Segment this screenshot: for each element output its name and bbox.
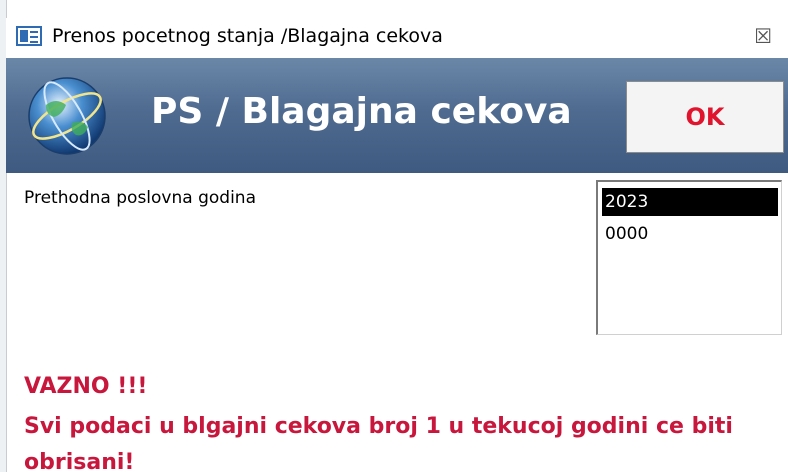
previous-year-label: Prethodna poslovna godina: [24, 188, 256, 208]
close-icon[interactable]: ☒: [754, 24, 772, 48]
year-listbox[interactable]: 2023 0000: [596, 180, 782, 335]
list-item-year[interactable]: 0000: [602, 220, 778, 248]
window-title: Prenos pocetnog stanja /Blagajna cekova: [52, 25, 443, 47]
form-window: Prenos pocetnog stanja /Blagajna cekova …: [0, 0, 788, 472]
ok-button[interactable]: OK: [626, 81, 784, 153]
warning-message: Svi podaci u blgajni cekova broj 1 u tek…: [24, 414, 733, 439]
globe-icon: [28, 77, 106, 155]
warning-title: VAZNO !!!: [24, 374, 148, 399]
list-item-year-selected[interactable]: 2023: [602, 188, 778, 216]
form-icon: [16, 26, 42, 46]
warning-message-continued: obrisani!: [24, 450, 135, 472]
header-banner: PS / Blagajna cekova OK: [6, 58, 788, 173]
title-bar[interactable]: Prenos pocetnog stanja /Blagajna cekova …: [6, 18, 788, 58]
header-title: PS / Blagajna cekova: [151, 91, 572, 132]
